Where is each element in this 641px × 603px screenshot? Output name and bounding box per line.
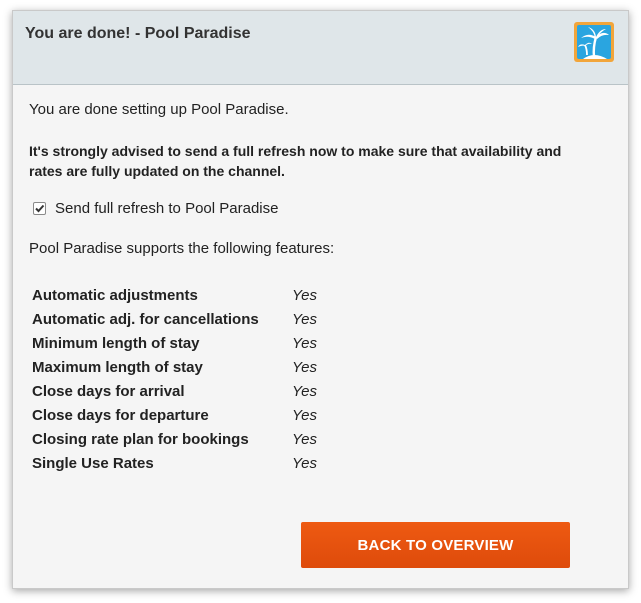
feature-name: Closing rate plan for bookings [32,430,249,448]
feature-value: Yes [292,358,318,376]
feature-value: Yes [292,406,318,424]
checkmark-icon [35,204,45,213]
feature-row: Minimum length of stay Yes [32,331,317,355]
feature-value: Yes [292,310,318,328]
feature-name: Single Use Rates [32,454,154,472]
feature-name: Close days for departure [32,406,209,424]
features-table: Automatic adjustments Yes Automatic adj.… [32,283,317,475]
feature-value: Yes [292,334,318,352]
feature-row: Single Use Rates Yes [32,451,317,475]
feature-value: Yes [292,382,318,400]
full-refresh-option[interactable]: Send full refresh to Pool Paradise [33,200,278,217]
feature-name: Automatic adjustments [32,286,198,304]
feature-row: Close days for arrival Yes [32,379,317,403]
feature-row: Close days for departure Yes [32,403,317,427]
completion-message: You are done setting up Pool Paradise. [29,101,289,118]
feature-value: Yes [292,286,318,304]
back-to-overview-button[interactable]: BACK TO OVERVIEW [301,522,570,568]
dialog-header: You are done! - Pool Paradise [13,11,628,85]
feature-name: Automatic adj. for cancellations [32,310,259,328]
feature-row: Closing rate plan for bookings Yes [32,427,317,451]
features-intro: Pool Paradise supports the following fea… [29,240,335,257]
feature-value: Yes [292,430,318,448]
palm-tree-logo-icon [573,21,615,63]
full-refresh-label: Send full refresh to Pool Paradise [55,200,279,217]
feature-row: Automatic adj. for cancellations Yes [32,307,317,331]
feature-row: Maximum length of stay Yes [32,355,317,379]
feature-name: Close days for arrival [32,382,185,400]
full-refresh-checkbox[interactable] [33,202,46,215]
feature-name: Minimum length of stay [32,334,200,352]
feature-row: Automatic adjustments Yes [32,283,317,307]
setup-complete-dialog: You are done! - Pool Paradise You are do… [12,10,629,589]
dialog-title: You are done! - Pool Paradise [25,25,251,42]
refresh-advice: It's strongly advised to send a full ref… [29,143,562,179]
feature-value: Yes [292,454,318,472]
feature-name: Maximum length of stay [32,358,203,376]
